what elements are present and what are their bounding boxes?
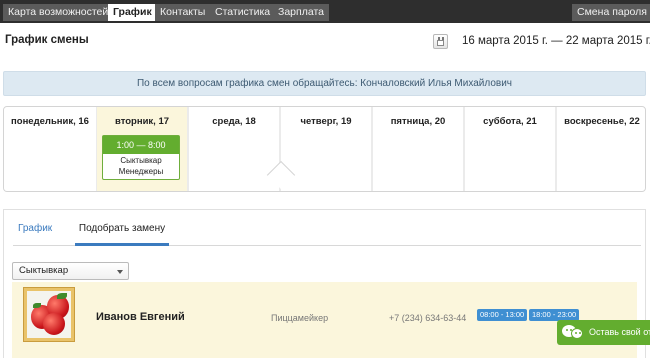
shift-time: 1:00 — 8:00 xyxy=(103,136,179,154)
shift-group: Менеджеры xyxy=(118,166,164,176)
day-label: суббота, 21 xyxy=(483,116,537,127)
chevron-down-icon xyxy=(117,270,123,274)
employee-role: Пиццамейкер xyxy=(271,313,329,323)
employee-phone: +7 (234) 634-63-44 xyxy=(389,313,467,323)
day-column-wednesday[interactable]: среда, 18 xyxy=(189,107,279,191)
nav-tab-statistics[interactable]: Статистика xyxy=(210,4,276,21)
day-label: четверг, 19 xyxy=(300,116,352,127)
feedback-button[interactable]: Оставь свой отзыв xyxy=(557,320,650,345)
week-calendar: понедельник, 16 вторник, 17 1:00 — 8:00 … xyxy=(3,106,646,192)
top-navigation: Карта возможностей График Контакты Стати… xyxy=(0,0,650,23)
schedule-page: График смены 16 марта 2015 г. — 22 марта… xyxy=(0,23,650,358)
tab-find-replacement[interactable]: Подобрать замену xyxy=(75,218,169,246)
city-select-value: Сыктывкар xyxy=(19,265,69,276)
date-range: 16 марта 2015 г. — 22 марта 2015 г. xyxy=(462,35,650,47)
panel-tabs: График Подобрать замену xyxy=(13,218,641,246)
shift-location: Сыктывкар Менеджеры xyxy=(103,154,179,177)
nav-tab-schedule[interactable]: График xyxy=(108,4,157,21)
page-title: График смены xyxy=(5,34,89,46)
day-column-sunday[interactable]: воскресенье, 22 xyxy=(557,107,645,191)
day-column-thursday[interactable]: четверг, 19 xyxy=(281,107,371,191)
nav-tab-opportunity-map[interactable]: Карта возможностей xyxy=(3,4,114,21)
nav-tab-salary[interactable]: Зарплата xyxy=(273,4,329,21)
feedback-label: Оставь свой отзыв xyxy=(589,327,650,337)
day-column-saturday[interactable]: суббота, 21 xyxy=(465,107,555,191)
employee-name: Иванов Евгений xyxy=(96,311,185,323)
day-label: воскресенье, 22 xyxy=(564,116,640,127)
shift-card[interactable]: 1:00 — 8:00 Сыктывкар Менеджеры xyxy=(102,135,180,180)
employee-row[interactable]: Иванов Евгений Пиццамейкер +7 (234) 634-… xyxy=(12,282,637,358)
tab-schedule[interactable]: График xyxy=(18,218,52,246)
nav-tab-contacts[interactable]: Контакты xyxy=(155,4,211,21)
details-panel: График Подобрать замену Сыктывкар Иванов… xyxy=(3,209,646,358)
day-label: вторник, 17 xyxy=(114,116,170,127)
day-column-monday[interactable]: понедельник, 16 xyxy=(4,107,96,191)
time-slot-badge[interactable]: 08:00 - 13:00 xyxy=(477,309,528,321)
day-label: понедельник, 16 xyxy=(11,116,89,127)
chat-bubbles-icon xyxy=(562,325,584,340)
calendar-icon[interactable] xyxy=(433,34,448,49)
city-select[interactable]: Сыктывкар xyxy=(12,262,129,280)
day-column-tuesday[interactable]: вторник, 17 1:00 — 8:00 Сыктывкар Менедж… xyxy=(97,107,187,191)
avatar xyxy=(23,287,75,342)
day-column-friday[interactable]: пятница, 20 xyxy=(373,107,463,191)
day-label: среда, 18 xyxy=(212,116,256,127)
info-banner: По всем вопросам графика смен обращайтес… xyxy=(3,71,646,96)
change-password-button[interactable]: Смена пароля xyxy=(572,4,650,21)
shift-city: Сыктывкар xyxy=(120,156,162,165)
day-label: пятница, 20 xyxy=(390,116,446,127)
